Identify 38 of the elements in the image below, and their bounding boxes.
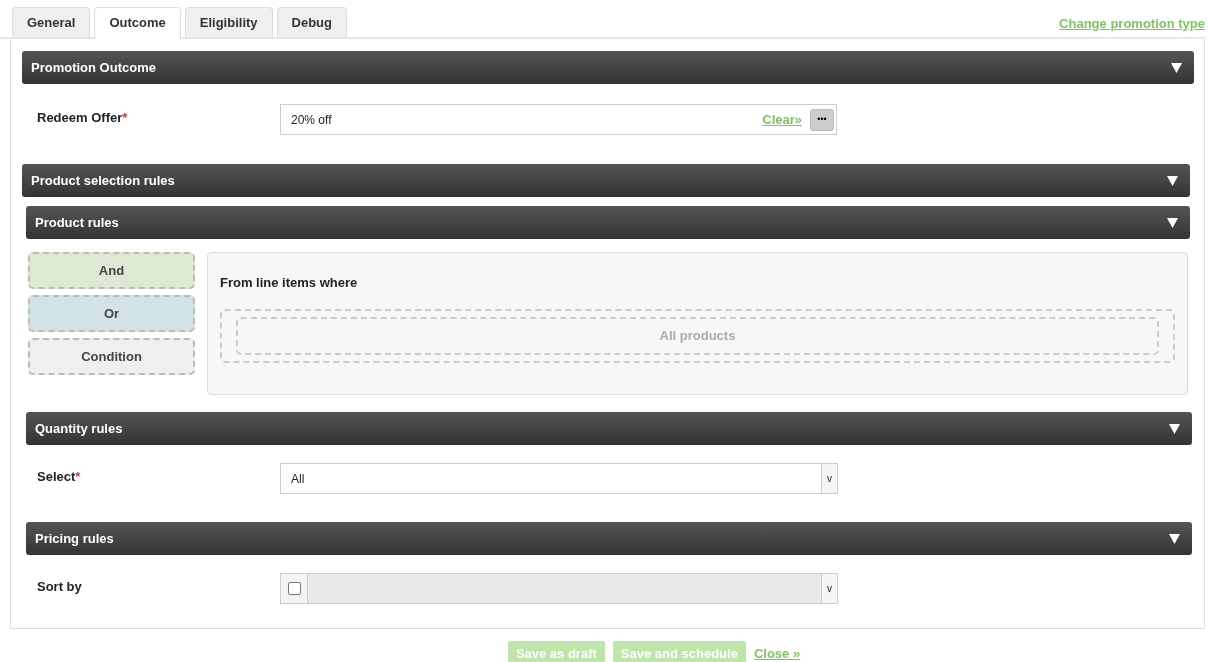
field-value: All: [290, 470, 306, 488]
collapse-icon[interactable]: [1169, 533, 1180, 544]
dropdown-caret[interactable]: v: [821, 464, 837, 493]
collapse-icon[interactable]: [1167, 217, 1178, 228]
rule-tool[interactable]: Or: [28, 295, 195, 332]
field-label: Select: [37, 469, 76, 484]
all-products-zone: All products: [236, 316, 1159, 355]
sort-by-select[interactable]: v: [280, 573, 838, 604]
field-label: Redeem Offer: [37, 110, 123, 125]
section-header[interactable]: Quantity rules: [26, 412, 1192, 445]
section-header[interactable]: Promotion Outcome: [22, 51, 1194, 84]
required-marker: *: [75, 469, 81, 484]
rule-tool[interactable]: Condition: [28, 338, 195, 375]
tab[interactable]: Eligibility: [184, 6, 273, 37]
section-title: Quantity rules: [35, 419, 123, 438]
dropdown-caret[interactable]: v: [821, 574, 837, 603]
browse-button[interactable]: •••: [810, 108, 834, 131]
rule-tool[interactable]: And: [28, 252, 195, 289]
rule-heading: From line items where: [220, 274, 359, 292]
tab[interactable]: General: [12, 6, 91, 37]
section-title: Product selection rules: [31, 171, 175, 190]
tab[interactable]: Outcome: [94, 6, 181, 39]
section-header[interactable]: Product rules: [26, 206, 1190, 239]
section-title: Promotion Outcome: [31, 58, 156, 77]
checkbox[interactable]: [287, 582, 301, 595]
section-header[interactable]: Product selection rules: [22, 164, 1190, 197]
collapse-icon[interactable]: [1169, 423, 1180, 434]
select-field[interactable]: All v: [280, 463, 838, 494]
tab[interactable]: Debug: [276, 6, 347, 37]
collapse-icon[interactable]: [1167, 175, 1178, 186]
section-header[interactable]: Pricing rules: [26, 522, 1192, 555]
collapse-icon[interactable]: [1171, 62, 1182, 73]
redeem-offer-field[interactable]: 20% off Clear» •••: [280, 104, 837, 135]
field-value: 20% off: [291, 111, 332, 129]
field-label: Sort by: [37, 579, 82, 594]
section-title: Product rules: [35, 213, 119, 232]
required-marker: *: [122, 110, 128, 125]
section-title: Pricing rules: [35, 529, 114, 548]
